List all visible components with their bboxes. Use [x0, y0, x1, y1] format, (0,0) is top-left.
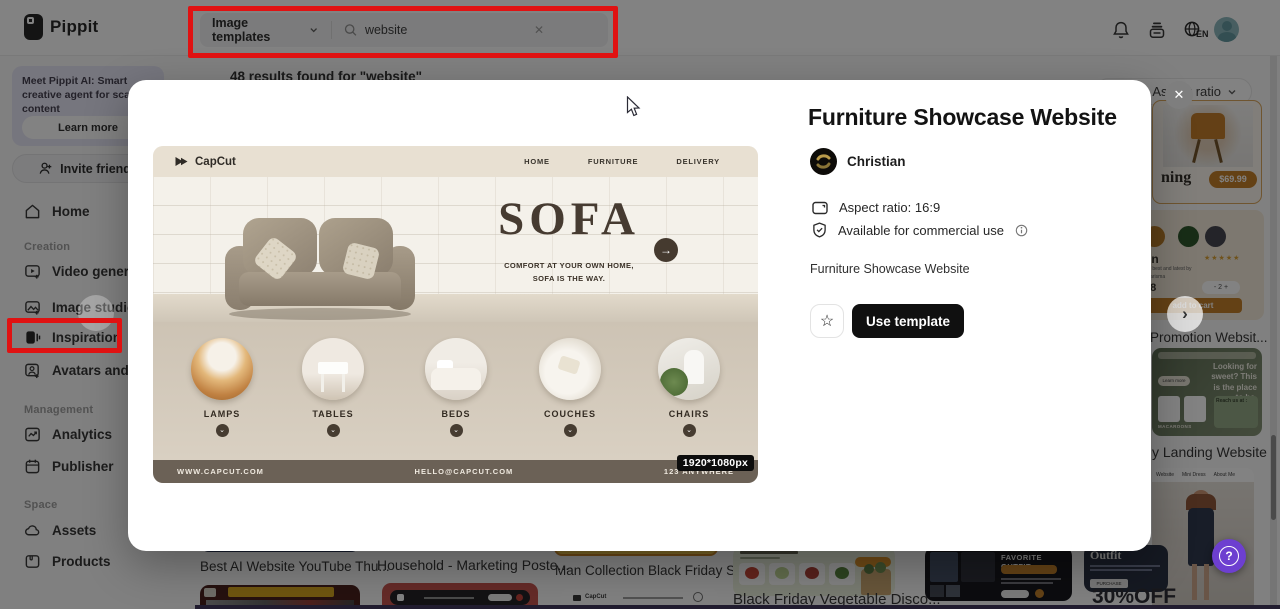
category-photo	[302, 338, 364, 400]
preview-tagline: COMFORT AT YOUR OWN HOME, SOFA IS THE WA…	[475, 260, 663, 286]
preview-footer-url: WWW.CAPCUT.COM	[177, 467, 264, 476]
question-mark-icon: ?	[1219, 546, 1239, 566]
preview-nav-furniture: FURNITURE	[587, 157, 639, 166]
preview-footer: WWW.CAPCUT.COM HELLO@CAPCUT.COM 123 ANYW…	[153, 460, 758, 483]
category-photo	[191, 338, 253, 400]
category-label: COUCHES	[543, 409, 596, 419]
resolution-badge: 1920*1080px	[676, 455, 754, 471]
chevron-down-icon: ⌄	[449, 424, 463, 437]
close-icon[interactable]: ✕	[1165, 81, 1193, 109]
preview-brand-label: CapCut	[195, 155, 236, 168]
tagline-line: SOFA IS THE WAY.	[532, 273, 606, 283]
carousel-next-button[interactable]: ›	[1167, 296, 1203, 332]
preview-categories-strip: LAMPS ⌄ TABLES ⌄ BEDS ⌄ COUCHES ⌄ CHAIRS…	[153, 322, 758, 460]
preview-navbar: CapCut HOME FURNITURE DELIVERY	[153, 146, 758, 177]
tagline-line: COMFORT AT YOUR OWN HOME,	[504, 261, 634, 270]
annotation-box-search	[188, 6, 618, 58]
help-button[interactable]: ?	[1212, 539, 1246, 573]
category-beds: BEDS ⌄	[414, 338, 498, 437]
template-detail-modal: SOFA COMFORT AT YOUR OWN HOME, SOFA IS T…	[128, 80, 1151, 551]
mouse-cursor	[626, 96, 641, 117]
category-label: TABLES	[312, 409, 354, 419]
template-title: Furniture Showcase Website	[808, 104, 1117, 130]
category-chairs: CHAIRS ⌄	[647, 338, 731, 437]
category-label: CHAIRS	[668, 409, 710, 419]
preview-nav-home: HOME	[524, 157, 550, 166]
category-photo	[539, 338, 601, 400]
author-avatar	[810, 148, 837, 175]
category-tables: TABLES ⌄	[291, 338, 375, 437]
category-label: BEDS	[441, 409, 471, 419]
aspect-ratio-icon	[812, 201, 828, 214]
author-row[interactable]: Christian	[810, 148, 906, 175]
aspect-ratio-text: Aspect ratio: 16:9	[839, 200, 941, 215]
annotation-box-inspiration	[7, 318, 122, 353]
commercial-use-text: Available for commercial use	[838, 222, 1004, 238]
author-name: Christian	[847, 154, 906, 169]
category-photo	[425, 338, 487, 400]
preview-headline: SOFA	[498, 193, 640, 245]
chevron-down-icon: ⌄	[215, 424, 229, 437]
preview-nav-delivery: DELIVERY	[676, 157, 720, 166]
chevron-down-icon: ⌄	[326, 424, 340, 437]
aspect-ratio-row: Aspect ratio: 16:9	[812, 200, 940, 215]
category-lamps: LAMPS ⌄	[180, 338, 264, 437]
capcut-logo-icon	[175, 157, 188, 166]
star-icon: ☆	[819, 313, 835, 330]
chevron-down-icon: ⌄	[682, 424, 696, 437]
category-photo	[658, 338, 720, 400]
sofa-illustration	[225, 218, 415, 320]
info-icon[interactable]	[1015, 224, 1028, 237]
template-preview-image[interactable]: SOFA COMFORT AT YOUR OWN HOME, SOFA IS T…	[153, 146, 758, 483]
shield-check-icon	[813, 222, 826, 238]
app-screen: Pippit Image templates ✕ EN Meet Pippit …	[0, 0, 1280, 609]
commercial-use-row: Available for commercial use	[812, 222, 1028, 238]
chevron-down-icon: ⌄	[563, 424, 577, 437]
template-description: Furniture Showcase Website	[810, 262, 970, 276]
use-template-button[interactable]: Use template	[852, 304, 964, 338]
chevron-right-icon: ›	[1182, 304, 1188, 323]
preview-footer-email: HELLO@CAPCUT.COM	[414, 467, 514, 476]
arrow-right-icon: →	[654, 238, 678, 262]
category-label: LAMPS	[203, 409, 241, 419]
category-couches: COUCHES ⌄	[528, 338, 612, 437]
favorite-star-button[interactable]: ☆	[810, 304, 844, 338]
